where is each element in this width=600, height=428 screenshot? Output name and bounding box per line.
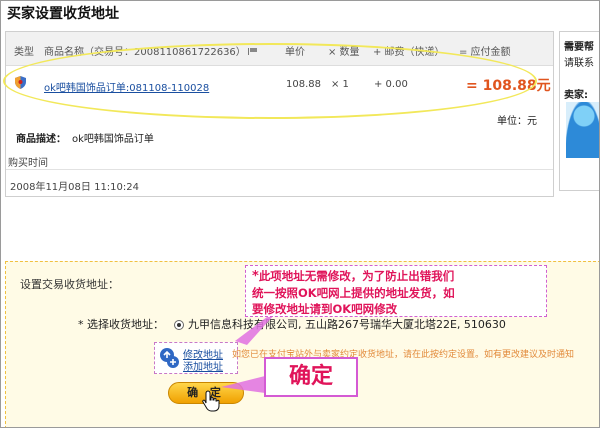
confirm-annotation-label: 确定 — [264, 357, 358, 397]
address-select-row: * 选择收货地址： 九甲信息科技有限公司, 五山路267号瑞华大厦北塔22E, 5… — [78, 316, 506, 332]
order-panel: 类型 商品名称（交易号：2008110861722636） 单价 × 数量 + … — [5, 31, 554, 197]
purchase-time-label: 购买时间 — [8, 158, 48, 169]
help-title: 需要帮 — [564, 42, 594, 53]
order-link[interactable]: ok吧韩国饰品订单:081108-110028 — [44, 79, 209, 94]
avatar — [566, 102, 599, 158]
callout-line-3: 要修改地址请到OK吧网修改 — [252, 302, 398, 316]
select-address-label: * 选择收货地址： — [78, 318, 164, 331]
address-links-box: 修改地址 添加地址 — [154, 342, 238, 374]
header-shipping: + 邮费（快递） — [373, 47, 445, 58]
header-qty: × 数量 — [328, 47, 360, 58]
unit-price: 108.88 — [286, 79, 321, 90]
selected-address: 九甲信息科技有限公司, 五山路267号瑞华大厦北塔22E, 510630 — [188, 318, 506, 331]
hand-cursor-icon — [202, 390, 220, 412]
shipping-fee: + 0.00 — [374, 79, 408, 90]
address-radio[interactable] — [174, 320, 184, 330]
quantity: × 1 — [331, 79, 349, 90]
header-price: 单价 — [285, 47, 305, 58]
order-table-header: 类型 商品名称（交易号：2008110861722636） 单价 × 数量 + … — [6, 32, 553, 66]
description-label: 商品描述： — [16, 134, 66, 145]
divider — [6, 169, 553, 170]
address-book-icon — [160, 348, 179, 368]
help-side-panel: 需要帮 请联系 卖家: — [559, 31, 599, 191]
screenshot-frame: 买家设置收货地址 类型 商品名称（交易号：2008110861722636） 单… — [0, 0, 600, 428]
header-type: 类型 — [14, 47, 34, 58]
flag-icon — [247, 48, 257, 55]
total-amount: = 108.88元 — [466, 78, 551, 94]
seller-label: 卖家: — [564, 90, 588, 101]
address-section-title: 设置交易收货地址： — [20, 278, 119, 291]
description-value: ok吧韩国饰品订单 — [72, 134, 154, 145]
header-total: = 应付金额 — [459, 47, 511, 58]
page-title: 买家设置收货地址 — [7, 6, 119, 22]
contact-link[interactable]: 请联系 — [564, 54, 594, 69]
shield-icon — [15, 76, 26, 89]
callout-line-1: 此项地址无需修改，为了防止出错我们 — [258, 269, 455, 283]
table-row: ok吧韩国饰品订单:081108-110028 108.88 × 1 + 0.0… — [6, 66, 553, 104]
header-name-label: 商品名称（交易号：2008110861722636） — [44, 47, 246, 58]
header-name: 商品名称（交易号：2008110861722636） — [44, 43, 257, 58]
purchase-time-value: 2008年11月08日 11:10:24 — [10, 182, 139, 193]
callout-star: * — [252, 269, 259, 284]
annotation-callout: *此项地址无需修改，为了防止出错我们 统一按照OK吧网上提供的地址发货，如 要修… — [245, 265, 547, 317]
description-row: 商品描述： ok吧韩国饰品订单 — [16, 130, 154, 145]
callout-line-2: 统一按照OK吧网上提供的地址发货，如 — [252, 286, 455, 300]
unit-label: 单位：元 — [497, 116, 537, 127]
add-address-link[interactable]: 添加地址 — [183, 358, 223, 373]
